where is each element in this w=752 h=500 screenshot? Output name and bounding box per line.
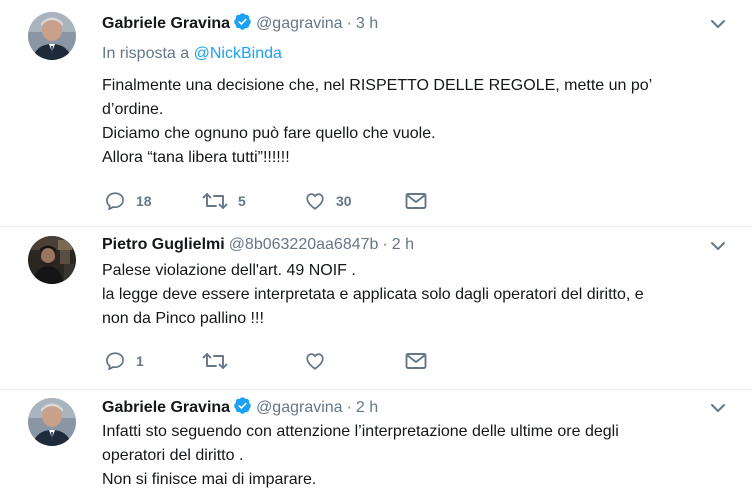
retweet-button[interactable]: [202, 349, 238, 373]
tweet-timestamp[interactable]: 3 h: [356, 15, 378, 32]
like-button[interactable]: [304, 349, 336, 373]
tweet-2[interactable]: Pietro Guglielmi @8b063220aa6847b · 2 h Pal…: [0, 227, 752, 389]
separator-dot: ·: [346, 399, 352, 416]
like-icon: [304, 350, 326, 372]
tweet-actions: 1: [102, 349, 442, 373]
reply-prefix: In risposta a: [102, 45, 194, 62]
avatar-pietro-guglielmi[interactable]: [28, 236, 76, 284]
tweet-text-line: d’ordine.: [102, 101, 164, 118]
tweet-actions: 18 5 30: [102, 189, 442, 213]
direct-message-icon: [404, 190, 428, 212]
reply-count: 1: [136, 353, 144, 369]
retweet-icon: [202, 190, 228, 212]
reply-count: 18: [136, 193, 152, 209]
tweet-header: Gabriele Gravina @gagravina · 2 h: [102, 396, 378, 418]
retweet-icon: [202, 350, 228, 372]
reply-icon: [104, 190, 126, 212]
verified-badge-icon: [233, 12, 252, 38]
like-icon: [304, 190, 326, 212]
separator-dot: ·: [346, 15, 352, 32]
tweet-text-line: Diciamo che ognuno può fare quello che v…: [102, 125, 436, 142]
tweet-text-line: Infatti sto seguendo con attenzione l’in…: [102, 423, 619, 440]
reply-context: In risposta a @NickBinda: [102, 43, 282, 65]
author-name[interactable]: Gabriele Gravina: [102, 15, 230, 32]
tweet-text: Palese violazione dell'art. 49 NOIF . la…: [102, 259, 712, 331]
separator-dot: ·: [382, 236, 388, 253]
tweet-3[interactable]: Gabriele Gravina @gagravina · 2 h Infatti s…: [0, 390, 752, 500]
chevron-down-icon[interactable]: [710, 239, 726, 251]
tweet-text-line: la legge deve essere interpretata e appl…: [102, 286, 644, 303]
author-name[interactable]: Gabriele Gravina: [102, 399, 230, 416]
direct-message-icon: [404, 350, 428, 372]
tweet-text-line: Finalmente una decisione che, nel RISPET…: [102, 77, 653, 94]
direct-message-button[interactable]: [404, 189, 428, 213]
tweet-text-line: non da Pinco pallino !!!: [102, 310, 264, 327]
tweet-header: Pietro Guglielmi @8b063220aa6847b · 2 h: [102, 234, 414, 256]
tweet-header: Gabriele Gravina @gagravina · 3 h: [102, 12, 378, 34]
tweet-1[interactable]: Gabriele Gravina @gagravina · 3 h In rispos…: [0, 0, 752, 226]
tweet-text-line: operatori del diritto .: [102, 447, 244, 464]
avatar-gabriele-gravina[interactable]: [28, 398, 76, 446]
retweet-count: 5: [238, 193, 246, 209]
tweet-timestamp[interactable]: 2 h: [392, 236, 414, 253]
author-handle[interactable]: @gagravina: [256, 15, 343, 32]
avatar-gabriele-gravina[interactable]: [28, 12, 76, 60]
reply-icon: [104, 350, 126, 372]
verified-badge-icon: [233, 396, 252, 422]
like-count: 30: [336, 193, 352, 209]
tweet-text: Finalmente una decisione che, nel RISPET…: [102, 74, 712, 170]
reply-to-link[interactable]: @NickBinda: [194, 45, 282, 62]
tweet-text: Infatti sto seguendo con attenzione l’in…: [102, 420, 712, 492]
reply-button[interactable]: 18: [104, 189, 152, 213]
retweet-button[interactable]: 5: [202, 189, 246, 213]
tweet-text-line: Palese violazione dell'art. 49 NOIF .: [102, 262, 356, 279]
direct-message-button[interactable]: [404, 349, 428, 373]
tweet-text-line: Non si finisce mai di imparare.: [102, 471, 317, 488]
reply-button[interactable]: 1: [104, 349, 144, 373]
author-handle[interactable]: @8b063220aa6847b: [229, 236, 379, 253]
like-button[interactable]: 30: [304, 189, 352, 213]
chevron-down-icon[interactable]: [710, 17, 726, 29]
tweet-timestamp[interactable]: 2 h: [356, 399, 378, 416]
author-handle[interactable]: @gagravina: [256, 399, 343, 416]
chevron-down-icon[interactable]: [710, 401, 726, 413]
author-name[interactable]: Pietro Guglielmi: [102, 236, 225, 253]
tweet-text-line: Allora “tana libera tutti”!!!!!!: [102, 149, 290, 166]
